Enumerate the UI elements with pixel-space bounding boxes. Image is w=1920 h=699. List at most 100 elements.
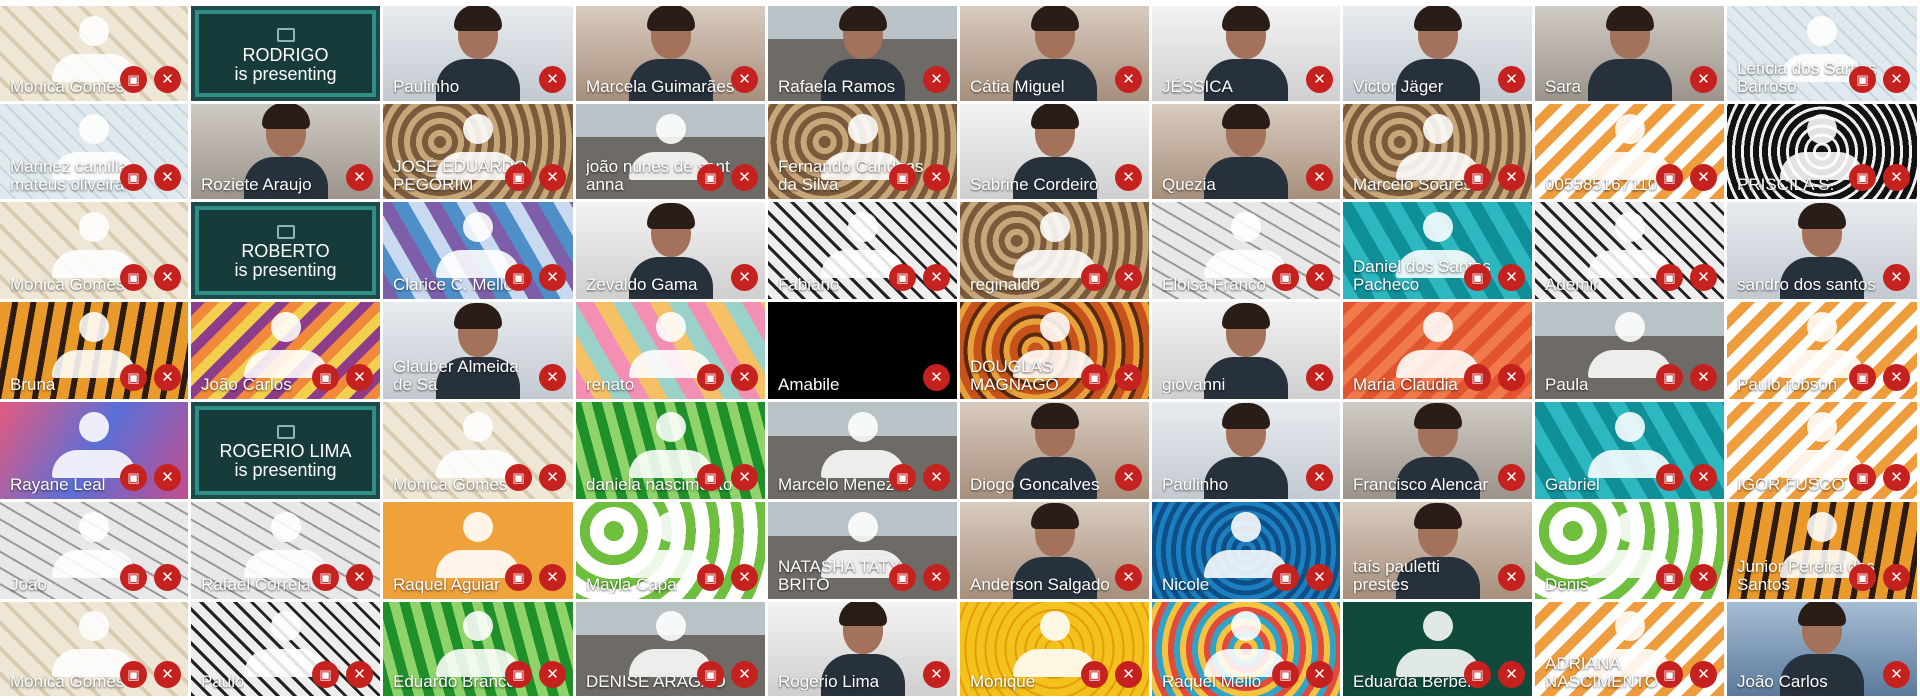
mic-off-icon[interactable]: ✕ bbox=[1306, 164, 1333, 191]
participant-tile[interactable]: JOSÉ EDUARDO PEGORIM ▣ ✕ bbox=[383, 104, 573, 199]
camera-off-icon[interactable]: ▣ bbox=[1272, 264, 1299, 291]
mic-off-icon[interactable]: ✕ bbox=[154, 464, 181, 491]
participant-tile[interactable]: Gabriel ▣ ✕ bbox=[1535, 402, 1724, 499]
mic-off-icon[interactable]: ✕ bbox=[1115, 364, 1142, 391]
participant-tile[interactable]: Daniel dos Santos Pacheco ▣ ✕ bbox=[1343, 202, 1532, 299]
camera-off-icon[interactable]: ▣ bbox=[1656, 661, 1683, 688]
participant-tile[interactable]: 005585167110 ▣ ✕ bbox=[1535, 104, 1724, 199]
mic-off-icon[interactable]: ✕ bbox=[539, 464, 566, 491]
mic-off-icon[interactable]: ✕ bbox=[731, 661, 758, 688]
participant-tile[interactable]: Monica Gomes ▣ ✕ bbox=[0, 202, 188, 299]
mic-off-icon[interactable]: ✕ bbox=[154, 264, 181, 291]
participant-tile[interactable]: taís pauletti prestes ✕ bbox=[1343, 502, 1532, 599]
participant-tile[interactable]: Quezia ✕ bbox=[1152, 104, 1340, 199]
mic-off-icon[interactable]: ✕ bbox=[154, 564, 181, 591]
participant-tile[interactable]: Ademir ▣ ✕ bbox=[1535, 202, 1724, 299]
mic-off-icon[interactable]: ✕ bbox=[346, 564, 373, 591]
camera-off-icon[interactable]: ▣ bbox=[1081, 364, 1108, 391]
participant-tile[interactable]: Eduardo Branco ▣ ✕ bbox=[383, 602, 573, 696]
mic-off-icon[interactable]: ✕ bbox=[1115, 661, 1142, 688]
participant-tile[interactable]: Clarice C. Mello ▣ ✕ bbox=[383, 202, 573, 299]
participant-tile[interactable]: Bruna ▣ ✕ bbox=[0, 302, 188, 399]
participant-tile[interactable]: Rafael Correia ▣ ✕ bbox=[191, 502, 380, 599]
participant-tile[interactable]: Eduarda Berbel ▣ ✕ bbox=[1343, 602, 1532, 696]
participant-tile[interactable]: Anderson Salgado ✕ bbox=[960, 502, 1149, 599]
mic-off-icon[interactable]: ✕ bbox=[731, 264, 758, 291]
camera-off-icon[interactable]: ▣ bbox=[697, 564, 724, 591]
camera-off-icon[interactable]: ▣ bbox=[1849, 164, 1876, 191]
participant-tile[interactable]: Eloisa Franco ▣ ✕ bbox=[1152, 202, 1340, 299]
camera-off-icon[interactable]: ▣ bbox=[120, 364, 147, 391]
mic-off-icon[interactable]: ✕ bbox=[539, 164, 566, 191]
participant-tile[interactable]: Rogerio Lima ✕ bbox=[768, 602, 957, 696]
camera-off-icon[interactable]: ▣ bbox=[697, 364, 724, 391]
camera-off-icon[interactable]: ▣ bbox=[1656, 564, 1683, 591]
camera-off-icon[interactable]: ▣ bbox=[1464, 364, 1491, 391]
participant-tile[interactable]: Monica Gomes ▣ ✕ bbox=[0, 6, 188, 101]
mic-off-icon[interactable]: ✕ bbox=[1690, 661, 1717, 688]
participant-tile[interactable]: Paulinho ✕ bbox=[383, 6, 573, 101]
mic-off-icon[interactable]: ✕ bbox=[1115, 164, 1142, 191]
participant-tile[interactable]: Maria Claudia ▣ ✕ bbox=[1343, 302, 1532, 399]
participant-tile[interactable]: daniela nascimento ▣ ✕ bbox=[576, 402, 765, 499]
participant-tile[interactable]: giovanni ✕ bbox=[1152, 302, 1340, 399]
participant-tile[interactable]: Fabiano ▣ ✕ bbox=[768, 202, 957, 299]
camera-off-icon[interactable]: ▣ bbox=[505, 564, 532, 591]
participant-tile[interactable]: Marcela Guimarães ✕ bbox=[576, 6, 765, 101]
camera-off-icon[interactable]: ▣ bbox=[697, 464, 724, 491]
participant-tile[interactable]: PRISCILA S. ▣ ✕ bbox=[1727, 104, 1917, 199]
mic-off-icon[interactable]: ✕ bbox=[1498, 661, 1525, 688]
camera-off-icon[interactable]: ▣ bbox=[120, 564, 147, 591]
mic-off-icon[interactable]: ✕ bbox=[1690, 164, 1717, 191]
participant-tile[interactable]: Monica Gomes ▣ ✕ bbox=[0, 602, 188, 696]
camera-off-icon[interactable]: ▣ bbox=[889, 264, 916, 291]
participant-tile[interactable]: Letícia dos Santos Barroso ▣ ✕ bbox=[1727, 6, 1917, 101]
participant-tile[interactable]: Junior Pereira dos Santos▣✕ bbox=[1727, 502, 1917, 599]
mic-off-icon[interactable]: ✕ bbox=[1883, 364, 1910, 391]
participant-tile[interactable]: João Carlos ▣ ✕ bbox=[191, 302, 380, 399]
camera-off-icon[interactable]: ▣ bbox=[120, 464, 147, 491]
mic-off-icon[interactable]: ✕ bbox=[1306, 364, 1333, 391]
camera-off-icon[interactable]: ▣ bbox=[1272, 564, 1299, 591]
mic-off-icon[interactable]: ✕ bbox=[1498, 164, 1525, 191]
mic-off-icon[interactable]: ✕ bbox=[1306, 264, 1333, 291]
camera-off-icon[interactable]: ▣ bbox=[1464, 264, 1491, 291]
camera-off-icon[interactable]: ▣ bbox=[697, 164, 724, 191]
participant-tile[interactable]: Rafaela Ramos ✕ bbox=[768, 6, 957, 101]
camera-off-icon[interactable]: ▣ bbox=[1849, 564, 1876, 591]
participant-tile[interactable]: João ▣ ✕ bbox=[0, 502, 188, 599]
participant-tile[interactable]: Raquel Mello ▣ ✕ bbox=[1152, 602, 1340, 696]
mic-off-icon[interactable]: ✕ bbox=[923, 364, 950, 391]
participant-tile[interactable]: Glauber Almeida de Sá ✕ bbox=[383, 302, 573, 399]
mic-off-icon[interactable]: ✕ bbox=[1306, 66, 1333, 93]
mic-off-icon[interactable]: ✕ bbox=[1690, 364, 1717, 391]
mic-off-icon[interactable]: ✕ bbox=[346, 364, 373, 391]
camera-off-icon[interactable]: ▣ bbox=[1849, 364, 1876, 391]
mic-off-icon[interactable]: ✕ bbox=[1690, 66, 1717, 93]
participant-tile[interactable]: Marinez camilla mateus oliveira ▣ ✕ bbox=[0, 104, 188, 199]
mic-off-icon[interactable]: ✕ bbox=[1306, 661, 1333, 688]
camera-off-icon[interactable]: ▣ bbox=[1272, 661, 1299, 688]
mic-off-icon[interactable]: ✕ bbox=[923, 264, 950, 291]
participant-tile[interactable]: Zevaldo Gama ✕ bbox=[576, 202, 765, 299]
mic-off-icon[interactable]: ✕ bbox=[731, 364, 758, 391]
mic-off-icon[interactable]: ✕ bbox=[731, 66, 758, 93]
mic-off-icon[interactable]: ✕ bbox=[923, 464, 950, 491]
mic-off-icon[interactable]: ✕ bbox=[1306, 564, 1333, 591]
mic-off-icon[interactable]: ✕ bbox=[539, 564, 566, 591]
mic-off-icon[interactable]: ✕ bbox=[539, 364, 566, 391]
mic-off-icon[interactable]: ✕ bbox=[154, 164, 181, 191]
participant-tile[interactable]: Victor Jäger ✕ bbox=[1343, 6, 1532, 101]
mic-off-icon[interactable]: ✕ bbox=[923, 564, 950, 591]
mic-off-icon[interactable]: ✕ bbox=[1883, 66, 1910, 93]
mic-off-icon[interactable]: ✕ bbox=[1690, 264, 1717, 291]
participant-tile[interactable]: Sabrine Cordeiro ✕ bbox=[960, 104, 1149, 199]
participant-tile[interactable]: NATASHA TATY BRITO ▣ ✕ bbox=[768, 502, 957, 599]
camera-off-icon[interactable]: ▣ bbox=[120, 661, 147, 688]
camera-off-icon[interactable]: ▣ bbox=[889, 564, 916, 591]
camera-off-icon[interactable]: ▣ bbox=[505, 661, 532, 688]
mic-off-icon[interactable]: ✕ bbox=[923, 661, 950, 688]
camera-off-icon[interactable]: ▣ bbox=[1656, 264, 1683, 291]
camera-off-icon[interactable]: ▣ bbox=[312, 661, 339, 688]
mic-off-icon[interactable]: ✕ bbox=[1498, 564, 1525, 591]
